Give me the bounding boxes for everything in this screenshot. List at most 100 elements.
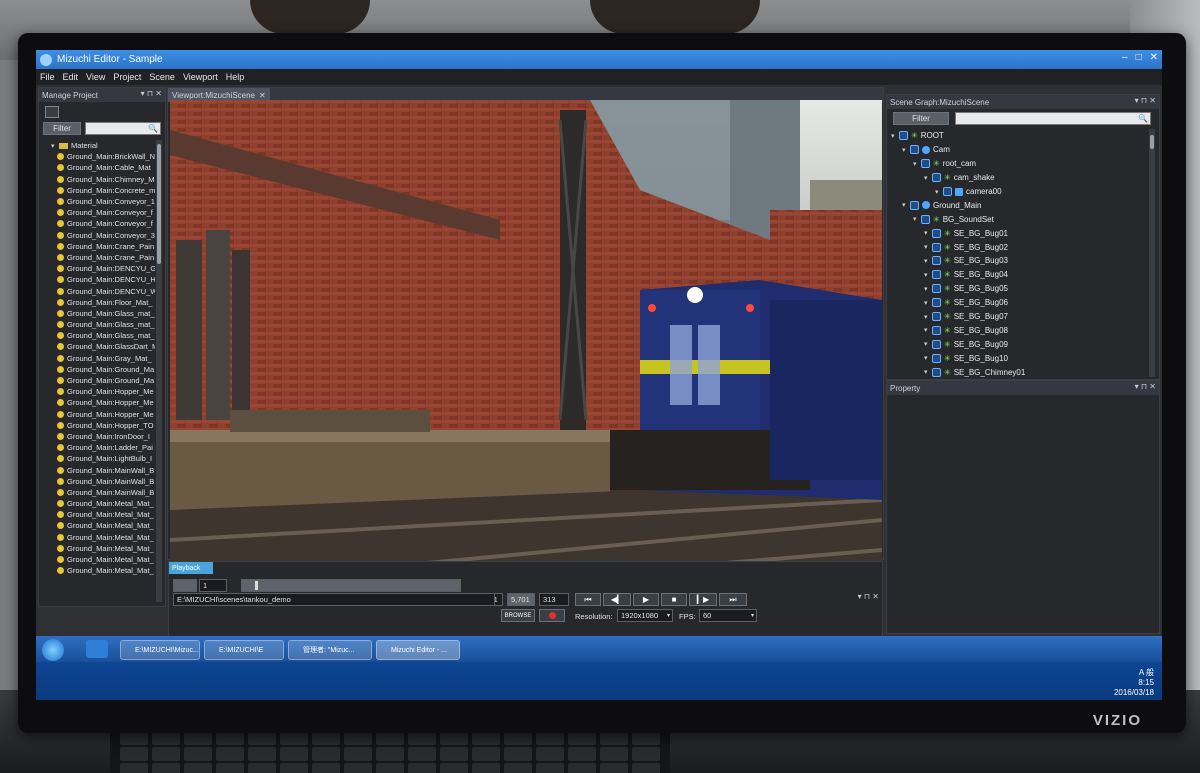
collapse-icon[interactable]: ▾ <box>924 354 932 362</box>
list-item[interactable]: Ground_Main:Glass_mat_ <box>43 308 155 319</box>
menu-edit[interactable]: Edit <box>63 72 79 82</box>
collapse-icon[interactable]: ▾ <box>902 201 910 209</box>
panel-controls-icon[interactable]: ▾ ⊓ ✕ <box>141 89 162 98</box>
visibility-toggle-icon[interactable] <box>932 284 941 294</box>
search-icon[interactable]: 🔍 <box>148 124 158 133</box>
viewport-canvas[interactable] <box>170 100 882 576</box>
visibility-toggle-icon[interactable] <box>943 187 952 196</box>
list-item[interactable]: Ground_Main:Ground_Ma <box>43 375 155 386</box>
taskbar-item-mizuchi[interactable]: Mizuchi Editor - ... <box>376 640 460 660</box>
scene-node[interactable]: ▾ ✳ SE_BG_Bug05 <box>891 282 1147 296</box>
project-tool-icon[interactable] <box>45 106 59 118</box>
resolution-select[interactable]: 1920x1080 ▾ <box>617 609 673 622</box>
scrollbar-thumb[interactable] <box>1150 135 1154 149</box>
list-item[interactable]: Ground_Main:Cable_Mat <box>43 162 155 173</box>
scene-node[interactable]: ▾ ✳ SE_BG_Bug04 <box>891 268 1147 282</box>
record-button[interactable] <box>539 609 565 622</box>
menu-project[interactable]: Project <box>113 72 141 82</box>
visibility-toggle-icon[interactable] <box>932 298 941 308</box>
menu-file[interactable]: File <box>40 72 55 82</box>
visibility-toggle-icon[interactable] <box>910 200 919 210</box>
collapse-icon[interactable]: ▾ <box>902 146 910 154</box>
scene-node[interactable]: ▾ Ground_Main <box>891 198 1147 212</box>
menu-help[interactable]: Help <box>226 72 245 82</box>
panel-controls-icon[interactable]: ▾ ⊓ ✕ <box>858 592 879 601</box>
list-item[interactable]: Ground_Main:Chimney_M <box>43 174 155 185</box>
minimize-button[interactable]: – <box>1122 52 1128 63</box>
clock-date[interactable]: 2016/03/18 <box>1114 688 1154 698</box>
list-item[interactable]: Ground_Main:GlassDart_M <box>43 341 155 352</box>
start-button-icon[interactable] <box>42 639 64 661</box>
visibility-toggle-icon[interactable] <box>932 325 941 335</box>
visibility-toggle-icon[interactable] <box>932 312 941 322</box>
current-frame-field[interactable]: 5,701 <box>507 593 535 606</box>
tab-playback[interactable]: Playback <box>169 562 213 574</box>
scene-path-field[interactable]: E:\MIZUCHI\scenes\tankou_demo <box>173 593 495 606</box>
project-filter-input[interactable]: 🔍 <box>85 122 161 135</box>
menu-scene[interactable]: Scene <box>149 72 175 82</box>
list-item[interactable]: Ground_Main:Conveyor_f <box>43 207 155 218</box>
menu-viewport[interactable]: Viewport <box>183 72 218 82</box>
menu-view[interactable]: View <box>86 72 105 82</box>
visibility-toggle-icon[interactable] <box>932 367 941 377</box>
scene-node[interactable]: ▾ ✳ SE_BG_Bug08 <box>891 323 1147 337</box>
collapse-icon[interactable]: ▾ <box>924 285 932 293</box>
list-item[interactable]: Ground_Main:DENCYU_G <box>43 263 155 274</box>
collapse-icon[interactable]: ▾ <box>924 368 932 376</box>
list-item[interactable]: Ground_Main:Crane_Pain <box>43 241 155 252</box>
scene-node[interactable]: ▾ ✳ SE_BG_Bug10 <box>891 351 1147 365</box>
search-icon[interactable]: 🔍 <box>1138 114 1148 123</box>
first-frame-button[interactable]: ⏮ <box>575 593 601 606</box>
collapse-icon[interactable]: ▾ <box>924 326 932 334</box>
scene-node[interactable]: ▾ ✳ ROOT <box>891 129 1147 143</box>
project-filter-button[interactable]: Filter <box>43 122 81 135</box>
collapse-icon[interactable]: ▾ <box>924 257 932 265</box>
list-item[interactable]: Ground_Main:Metal_Mat_ <box>43 509 155 520</box>
visibility-toggle-icon[interactable] <box>932 228 941 238</box>
scene-node[interactable]: ▾ ✳ SE_BG_Bug02 <box>891 240 1147 254</box>
tree-folder-material[interactable]: ▾ Material <box>43 140 155 151</box>
visibility-toggle-icon[interactable] <box>932 353 941 363</box>
list-item[interactable]: Ground_Main:MainWall_B <box>43 487 155 498</box>
step-back-button[interactable]: ◀▎ <box>603 593 631 606</box>
list-item[interactable]: Ground_Main:DENCYU_W <box>43 285 155 296</box>
collapse-icon[interactable]: ▾ <box>924 174 932 182</box>
collapse-icon[interactable]: ▾ <box>924 229 932 237</box>
browser-icon[interactable] <box>86 640 108 658</box>
clock-time[interactable]: 8:15 <box>1114 678 1154 688</box>
collapse-icon[interactable]: ▾ <box>924 243 932 251</box>
scene-node[interactable]: ▾ ✳ BG_SoundSet <box>891 212 1147 226</box>
list-item[interactable]: Ground_Main:Floor_Mat_ <box>43 297 155 308</box>
scene-node[interactable]: ▾ ✳ SE_BG_Bug09 <box>891 337 1147 351</box>
list-item[interactable]: Ground_Main:Hopper_Me <box>43 409 155 420</box>
visibility-toggle-icon[interactable] <box>910 145 919 155</box>
list-item[interactable]: Ground_Main:DENCYU_H <box>43 274 155 285</box>
stop-button[interactable]: ■ <box>661 593 687 606</box>
list-item[interactable]: Ground_Main:Conveyor_3 <box>43 230 155 241</box>
scene-filter-input[interactable]: 🔍 <box>955 112 1151 125</box>
list-item[interactable]: Ground_Main:Crane_Pain <box>43 252 155 263</box>
scene-node[interactable]: ▾ ✳ SE_BG_Bug01 <box>891 226 1147 240</box>
list-item[interactable]: Ground_Main:Metal_Mat_ <box>43 520 155 531</box>
list-item[interactable]: Ground_Main:Ladder_Pai <box>43 442 155 453</box>
collapse-icon[interactable]: ▾ <box>51 142 59 150</box>
scrollbar-thumb[interactable] <box>157 144 161 264</box>
list-item[interactable]: Ground_Main:Conveyor_f <box>43 218 155 229</box>
list-item[interactable]: Ground_Main:LightBulb_I <box>43 453 155 464</box>
scene-node[interactable]: ▾ ✳ SE_BG_Chimney01 <box>891 365 1147 379</box>
list-item[interactable]: Ground_Main:Concrete_m <box>43 185 155 196</box>
start-frame-input[interactable]: 1 <box>199 579 227 592</box>
maximize-button[interactable]: □ <box>1136 52 1142 63</box>
visibility-toggle-icon[interactable] <box>932 256 941 266</box>
list-item[interactable]: Ground_Main:Metal_Mat_ <box>43 554 155 565</box>
collapse-icon[interactable]: ▾ <box>913 160 921 168</box>
scene-node[interactable]: ▾ ✳ root_cam <box>891 157 1147 171</box>
visibility-toggle-icon[interactable] <box>921 159 930 169</box>
visibility-toggle-icon[interactable] <box>932 242 941 252</box>
system-tray[interactable]: A 般 8:15 2016/03/18 <box>1114 668 1154 698</box>
timeline-handle[interactable] <box>255 581 258 590</box>
list-item[interactable]: Ground_Main:Hopper_TO <box>43 420 155 431</box>
visibility-toggle-icon[interactable] <box>899 131 908 141</box>
taskbar-item-explorer[interactable]: E:\MIZUCHI\E <box>204 640 284 660</box>
taskbar-item-explorer[interactable]: E:\MIZUCHI\Mizuc... <box>120 640 200 660</box>
